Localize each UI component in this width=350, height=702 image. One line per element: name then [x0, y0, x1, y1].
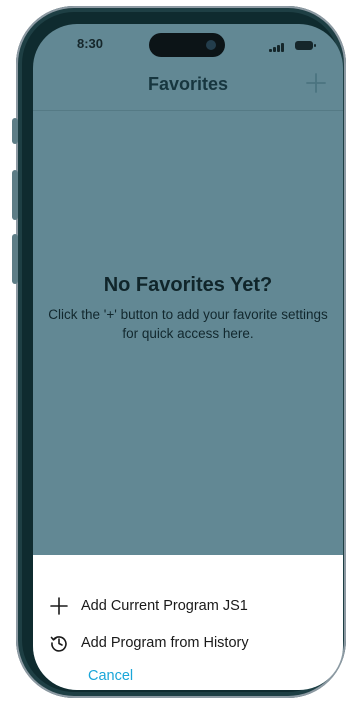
- side-button-volume-down: [12, 234, 18, 284]
- add-from-history-button[interactable]: Add Program from History: [49, 631, 249, 655]
- empty-state-message: Click the '+' button to add your favorit…: [48, 307, 328, 341]
- history-icon: [50, 636, 67, 652]
- plus-icon: [306, 73, 326, 93]
- side-button-volume-up: [12, 170, 18, 220]
- camera-icon: [206, 40, 216, 50]
- action-sheet: Add Current Program JS1 Add Program from…: [33, 555, 343, 690]
- status-time: 8:30: [77, 36, 104, 51]
- app-screen: 8:30 Favorites No Favorites Yet? Click t…: [33, 24, 343, 690]
- status-bar: 8:30: [33, 24, 343, 70]
- empty-state-title: No Favorites Yet?: [103, 274, 273, 296]
- empty-state: No Favorites Yet? Click the '+' button t…: [33, 274, 343, 343]
- add-from-history-label: Add Program from History: [81, 635, 249, 651]
- side-button-action: [12, 118, 18, 144]
- signal-icon: [269, 42, 287, 52]
- navigation-bar: Favorites: [33, 70, 343, 111]
- plus-icon: [50, 597, 68, 615]
- add-favorite-button[interactable]: [303, 70, 329, 96]
- page-title: Favorites: [147, 74, 229, 94]
- add-current-program-button[interactable]: Add Current Program JS1: [49, 594, 248, 618]
- cancel-button[interactable]: Cancel: [88, 668, 133, 684]
- dynamic-island: [149, 33, 225, 57]
- battery-icon: [295, 41, 316, 50]
- add-current-program-label: Add Current Program JS1: [81, 598, 248, 614]
